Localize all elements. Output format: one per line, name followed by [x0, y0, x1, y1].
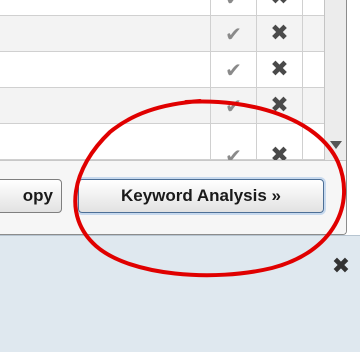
table-row[interactable]: ✔ ✖	[0, 0, 324, 16]
close-icon[interactable]: ✖	[328, 254, 354, 280]
table-cell	[302, 88, 324, 124]
table-row[interactable]: ✔ ✖	[0, 124, 324, 160]
vertical-scrollbar[interactable]	[324, 0, 346, 160]
keyword-panel: ✔ ✖ ✔ ✖ ✔ ✖ ✔ ✖ opy Keyword Analysis »	[0, 0, 347, 235]
keyword-analysis-button[interactable]: Keyword Analysis »	[78, 179, 324, 213]
action-toolbar: opy Keyword Analysis »	[0, 160, 346, 234]
chevron-down-icon[interactable]	[330, 141, 342, 149]
check-icon[interactable]: ✔	[225, 96, 242, 116]
cross-icon[interactable]: ✖	[270, 23, 288, 45]
check-icon[interactable]: ✔	[225, 146, 242, 160]
reject-cell[interactable]: ✖	[256, 0, 302, 16]
table-cell	[302, 52, 324, 88]
check-icon[interactable]: ✔	[225, 60, 242, 80]
table-row[interactable]: ✔ ✖	[0, 52, 324, 88]
approve-cell[interactable]: ✔	[210, 52, 256, 88]
table-row[interactable]: ✔ ✖	[0, 88, 324, 124]
table-cell	[302, 16, 324, 52]
table-cell	[302, 124, 324, 160]
check-icon[interactable]: ✔	[225, 0, 242, 8]
check-icon[interactable]: ✔	[225, 24, 242, 44]
approve-cell[interactable]: ✔	[210, 16, 256, 52]
copy-button[interactable]: opy	[0, 179, 62, 213]
cross-icon[interactable]: ✖	[270, 0, 288, 9]
approve-cell[interactable]: ✔	[210, 88, 256, 124]
reject-cell[interactable]: ✖	[256, 52, 302, 88]
reject-cell[interactable]: ✖	[256, 88, 302, 124]
cross-icon[interactable]: ✖	[270, 59, 288, 81]
keyword-grid: ✔ ✖ ✔ ✖ ✔ ✖ ✔ ✖	[0, 0, 324, 160]
reject-cell[interactable]: ✖	[256, 16, 302, 52]
reject-cell[interactable]: ✖	[256, 124, 302, 160]
table-row[interactable]: ✔ ✖	[0, 16, 324, 52]
approve-cell[interactable]: ✔	[210, 124, 256, 160]
approve-cell[interactable]: ✔	[210, 0, 256, 16]
cross-icon[interactable]: ✖	[270, 95, 288, 117]
lower-panel: ✖	[0, 235, 360, 352]
cross-icon[interactable]: ✖	[270, 145, 288, 161]
table-cell	[302, 0, 324, 16]
